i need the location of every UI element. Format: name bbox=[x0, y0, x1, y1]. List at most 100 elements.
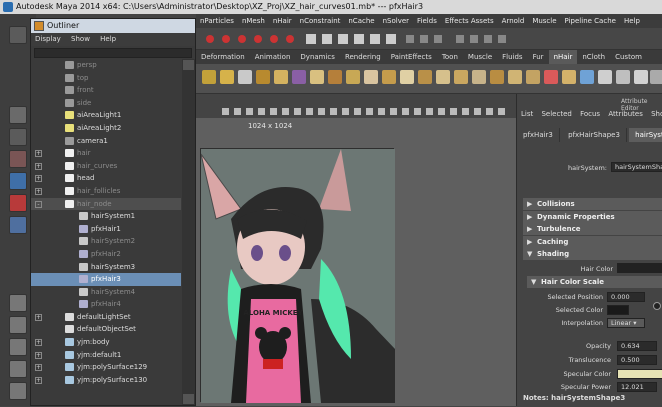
hair-system-name-field[interactable]: hairSystemShap bbox=[611, 162, 662, 172]
ae-menu-selected[interactable]: Selected bbox=[541, 110, 577, 118]
menu-item-nmesh[interactable]: nMesh bbox=[238, 14, 269, 28]
shelf-tool-icon[interactable] bbox=[256, 70, 270, 84]
tab-hairsystemshape[interactable]: hairSystemS bbox=[629, 128, 662, 142]
section-collisions[interactable]: ▶ Collisions bbox=[523, 198, 662, 210]
shelf-tab-toon[interactable]: Toon bbox=[437, 50, 463, 64]
layout-side-icon[interactable] bbox=[9, 338, 27, 356]
shelf-tab-custom[interactable]: Custom bbox=[610, 50, 647, 64]
section-turbulence[interactable]: ▶ Turbulence bbox=[523, 223, 662, 236]
shelf-tool-icon[interactable] bbox=[220, 70, 234, 84]
shelf-tool-icon[interactable] bbox=[526, 70, 540, 84]
expand-icon[interactable]: + bbox=[35, 339, 42, 347]
shelf-tool-icon[interactable] bbox=[616, 70, 630, 84]
menu-item-fields[interactable]: Fields bbox=[413, 14, 441, 28]
viewport-toolbar-icons[interactable] bbox=[196, 94, 516, 118]
shelf-tool-icon[interactable] bbox=[364, 70, 378, 84]
outliner-item[interactable]: pfxHair4 bbox=[31, 298, 181, 311]
expand-icon[interactable]: + bbox=[35, 175, 42, 183]
outliner-menu-display[interactable]: Display bbox=[31, 35, 65, 43]
outliner-item[interactable]: pfxHair2 bbox=[31, 248, 181, 261]
expand-icon[interactable]: + bbox=[35, 376, 42, 384]
shelf-tab-deformation[interactable]: Deformation bbox=[196, 50, 250, 64]
expand-icon[interactable]: + bbox=[35, 150, 42, 158]
outliner-item[interactable]: pfxHair3 bbox=[31, 273, 181, 286]
outliner-item[interactable]: pfxHair1 bbox=[31, 223, 181, 236]
shelf-tool-icon[interactable] bbox=[400, 70, 414, 84]
paint-select-icon[interactable] bbox=[9, 150, 27, 168]
outliner-menu-show[interactable]: Show bbox=[67, 35, 94, 43]
hair-color-swatch[interactable] bbox=[617, 263, 662, 273]
outliner-item[interactable]: side bbox=[31, 97, 181, 110]
menu-item-nhair[interactable]: nHair bbox=[269, 14, 296, 28]
outliner-item[interactable]: + defaultLightSet bbox=[31, 311, 181, 324]
outliner-item[interactable]: + yjm:default1 bbox=[31, 349, 181, 362]
outliner-item[interactable]: hairSystem3 bbox=[31, 261, 181, 274]
shelf-tab-painteffects[interactable]: PaintEffects bbox=[386, 50, 437, 64]
outliner-item[interactable]: defaultObjectSet bbox=[31, 323, 181, 336]
outliner-item[interactable]: front bbox=[31, 84, 181, 97]
outliner-item[interactable]: + hair_curves bbox=[31, 160, 181, 173]
shelf-tab-nhair[interactable]: nHair bbox=[548, 50, 578, 64]
outliner-item[interactable]: persp bbox=[31, 59, 181, 72]
scroll-up-arrow-icon[interactable] bbox=[183, 60, 194, 70]
layout-four-icon[interactable] bbox=[9, 316, 27, 334]
select-tool-icon[interactable] bbox=[9, 106, 27, 124]
outliner-item[interactable]: + yjm:body bbox=[31, 336, 181, 349]
menu-item-muscle[interactable]: Muscle bbox=[528, 14, 560, 28]
shelf-tool-icon[interactable] bbox=[274, 70, 288, 84]
outliner-item[interactable]: hairSystem1 bbox=[31, 210, 181, 223]
shelf-tool-icon[interactable] bbox=[418, 70, 432, 84]
layout-single-icon[interactable] bbox=[9, 294, 27, 312]
ae-menu-list[interactable]: List bbox=[521, 110, 539, 118]
outliner-item[interactable]: hairSystem2 bbox=[31, 235, 181, 248]
shelf-tab-muscle[interactable]: Muscle bbox=[463, 50, 497, 64]
outliner-item[interactable]: + yjm:polySurface129 bbox=[31, 361, 181, 374]
menu-set-icon[interactable] bbox=[9, 26, 27, 44]
menu-item-arnold[interactable]: Arnold bbox=[498, 14, 529, 28]
outliner-item[interactable]: hairSystem4 bbox=[31, 286, 181, 299]
outliner-scrollbar[interactable] bbox=[182, 59, 195, 405]
expand-icon[interactable]: + bbox=[35, 351, 42, 359]
menu-item-help[interactable]: Help bbox=[620, 14, 644, 28]
shelf-tool-icon[interactable] bbox=[598, 70, 612, 84]
shelf-tab-fluids[interactable]: Fluids bbox=[497, 50, 527, 64]
shelf-tab-ncloth[interactable]: nCloth bbox=[577, 50, 610, 64]
outliner-item[interactable]: - hair_node bbox=[31, 197, 181, 211]
scale-tool-icon[interactable] bbox=[9, 216, 27, 234]
interpolation-dropdown[interactable]: Linear ▾ bbox=[607, 318, 645, 328]
layout-graph-icon[interactable] bbox=[9, 382, 27, 400]
section-dynamic-properties[interactable]: ▶ Dynamic Properties bbox=[523, 210, 662, 223]
outliner-item[interactable]: top bbox=[31, 72, 181, 85]
ae-menu-attributes[interactable]: Attributes bbox=[608, 110, 649, 118]
opacity-field[interactable]: 0.634 bbox=[617, 341, 657, 351]
shelf-tool-icon[interactable] bbox=[328, 70, 342, 84]
shelf-tool-icon[interactable] bbox=[490, 70, 504, 84]
lasso-tool-icon[interactable] bbox=[9, 128, 27, 146]
outliner-item[interactable]: aiAreaLight1 bbox=[31, 109, 181, 122]
outliner-title-bar[interactable]: Outliner bbox=[31, 19, 195, 33]
shelf-tool-icon[interactable] bbox=[454, 70, 468, 84]
selected-position-field[interactable]: 0.000 bbox=[607, 292, 645, 302]
shelf-tool-icon[interactable] bbox=[310, 70, 324, 84]
section-shading[interactable]: ▼ Shading bbox=[523, 248, 662, 261]
outliner-filter-field[interactable] bbox=[34, 48, 192, 58]
translucence-field[interactable]: 0.500 bbox=[617, 355, 657, 365]
rotate-tool-icon[interactable] bbox=[9, 194, 27, 212]
section-caching[interactable]: ▶ Caching bbox=[523, 235, 662, 248]
menu-item-nsolver[interactable]: nSolver bbox=[379, 14, 413, 28]
expand-icon[interactable]: + bbox=[35, 162, 42, 170]
menu-item-ncache[interactable]: nCache bbox=[344, 14, 378, 28]
selected-color-swatch[interactable] bbox=[607, 305, 629, 315]
layout-outliner-icon[interactable] bbox=[9, 360, 27, 378]
menu-item-nparticles[interactable]: nParticles bbox=[196, 14, 238, 28]
shelf-tab-dynamics[interactable]: Dynamics bbox=[295, 50, 340, 64]
expand-icon[interactable]: + bbox=[35, 187, 42, 195]
shelf-tab-animation[interactable]: Animation bbox=[250, 50, 296, 64]
shelf-tool-icon[interactable] bbox=[544, 70, 558, 84]
shelf-tool-icon[interactable] bbox=[202, 70, 216, 84]
outliner-menu-help[interactable]: Help bbox=[96, 35, 120, 43]
specular-color-swatch[interactable] bbox=[617, 369, 662, 379]
tab-pfxhairshape3[interactable]: pfxHairShape3 bbox=[562, 128, 627, 142]
shelf-tool-icon[interactable] bbox=[382, 70, 396, 84]
collapse-icon[interactable]: - bbox=[35, 200, 42, 208]
